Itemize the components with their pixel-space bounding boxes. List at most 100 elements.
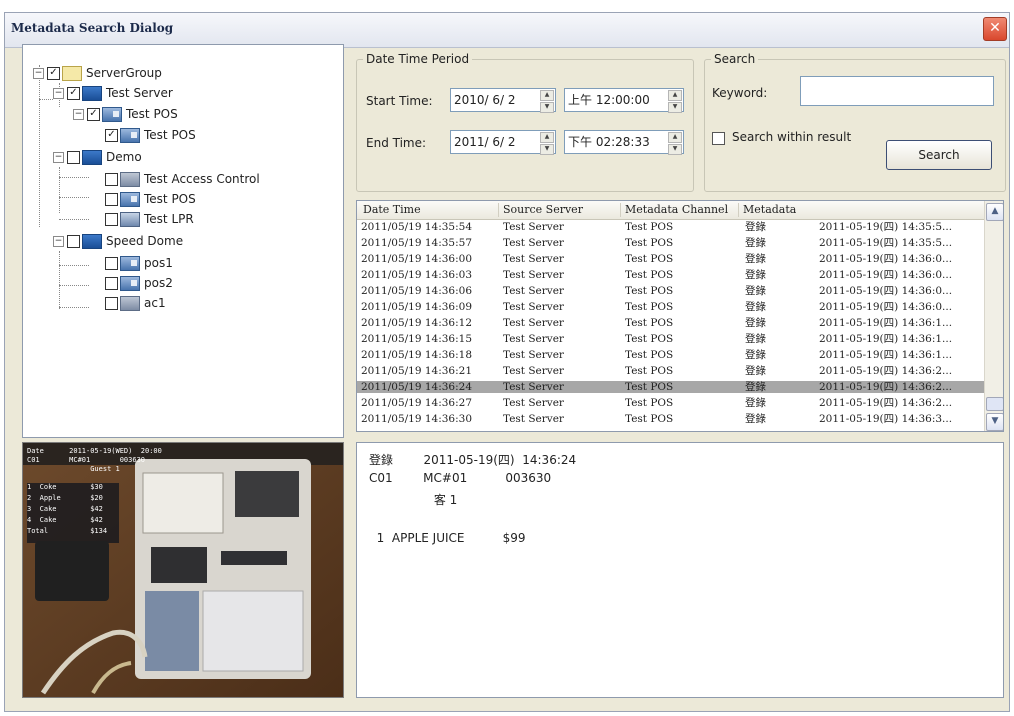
header-date-time[interactable]: Date Time	[359, 203, 499, 217]
tree-node[interactable]: − ✓ Test POS	[73, 104, 178, 124]
start-time-value: 上午 12:00:00	[568, 93, 650, 107]
tree-node-checkbox[interactable]	[105, 193, 118, 206]
table-row[interactable]: 2011/05/19 14:35:57 Test Server Test POS 登錄…	[357, 237, 985, 249]
tree-connector	[59, 265, 89, 266]
tree-node-checkbox[interactable]	[105, 173, 118, 186]
tree-node[interactable]: Test POS	[105, 189, 196, 209]
table-row[interactable]: 2011/05/19 14:36:00 Test Server Test POS 登錄…	[357, 253, 985, 265]
end-date-spinner[interactable]: ▲ ▼	[540, 132, 554, 155]
table-row[interactable]: 2011/05/19 14:36:21 Test Server Test POS 登錄…	[357, 365, 985, 377]
table-row[interactable]: 2011/05/19 14:36:18 Test Server Test POS 登錄…	[357, 349, 985, 361]
table-cell: 登錄	[745, 397, 766, 409]
tree-node[interactable]: pos1	[105, 253, 173, 273]
spin-up-icon[interactable]: ▲	[540, 132, 554, 143]
date-time-period-legend: Date Time Period	[366, 52, 470, 66]
table-cell: 2011-05-19(四) 14:36:2...	[819, 365, 953, 377]
tree-node-checkbox[interactable]	[67, 151, 80, 164]
end-time-spinner[interactable]: ▲ ▼	[668, 132, 682, 155]
start-date-picker[interactable]: 2010/ 6/ 2 ▲ ▼	[450, 88, 556, 113]
tree-connector	[59, 251, 60, 309]
tree-node[interactable]: pos2	[105, 273, 173, 293]
table-cell: Test POS	[625, 349, 674, 361]
table-cell: 2011-05-19(四) 14:36:2...	[819, 397, 953, 409]
tree-node[interactable]: ac1	[105, 293, 166, 313]
spin-up-icon[interactable]: ▲	[668, 132, 682, 143]
collapse-toggle-icon[interactable]: −	[53, 152, 64, 163]
tree-node-checkbox[interactable]	[105, 297, 118, 310]
start-date-spinner[interactable]: ▲ ▼	[540, 90, 554, 113]
end-time-value: 下午 02:28:33	[568, 135, 650, 149]
table-cell: Test Server	[503, 221, 564, 233]
header-metadata[interactable]: Metadata	[739, 203, 985, 217]
title-bar[interactable]: Metadata Search Dialog ✕	[5, 13, 1009, 48]
table-cell: 2011-05-19(四) 14:36:1...	[819, 317, 953, 329]
scroll-up-icon[interactable]: ▲	[986, 203, 1003, 221]
spin-up-icon[interactable]: ▲	[540, 90, 554, 101]
end-time-picker[interactable]: 下午 02:28:33 ▲ ▼	[564, 130, 684, 155]
table-cell: 登錄	[745, 365, 766, 377]
table-row[interactable]: 2011/05/19 14:36:03 Test Server Test POS 登錄…	[357, 269, 985, 281]
spin-down-icon[interactable]: ▼	[540, 144, 554, 155]
spin-down-icon[interactable]: ▼	[540, 102, 554, 113]
table-row[interactable]: 2011/05/19 14:36:15 Test Server Test POS 登錄…	[357, 333, 985, 345]
tree-node[interactable]: Test Access Control	[105, 169, 260, 189]
tree-node[interactable]: Test LPR	[105, 209, 194, 229]
tree-node-label: Test POS	[144, 192, 196, 206]
table-row[interactable]: 2011/05/19 14:36:06 Test Server Test POS 登錄…	[357, 285, 985, 297]
table-cell: 2011/05/19 14:36:06	[361, 285, 473, 297]
server-icon	[82, 234, 102, 249]
tree-node-checkbox[interactable]: ✓	[47, 67, 60, 80]
table-cell: Test POS	[625, 365, 674, 377]
collapse-toggle-icon[interactable]: −	[33, 68, 44, 79]
table-cell: 登錄	[745, 349, 766, 361]
start-time-spinner[interactable]: ▲ ▼	[668, 90, 682, 113]
osd-line: 3 Cake $42	[27, 505, 103, 513]
table-cell: 登錄	[745, 413, 766, 425]
collapse-toggle-icon[interactable]: −	[73, 109, 84, 120]
osd-line: Date 2011-05-19(WED) 20:00	[27, 447, 162, 455]
pos-channel-icon	[120, 128, 140, 143]
scroll-thumb[interactable]	[986, 397, 1003, 411]
tree-node[interactable]: − Demo	[53, 147, 142, 167]
tree-node-checkbox[interactable]: ✓	[87, 108, 100, 121]
table-cell: Test POS	[625, 301, 674, 313]
search-button[interactable]: Search	[886, 140, 992, 170]
tree-node-checkbox[interactable]: ✓	[67, 87, 80, 100]
scroll-down-icon[interactable]: ▼	[986, 413, 1003, 431]
header-source-server[interactable]: Source Server	[499, 203, 621, 217]
spin-down-icon[interactable]: ▼	[668, 102, 682, 113]
tree-node-checkbox[interactable]	[67, 235, 80, 248]
tree-node-checkbox[interactable]: ✓	[105, 129, 118, 142]
results-scrollbar[interactable]: ▲ ▼	[984, 201, 1003, 431]
close-button[interactable]: ✕	[983, 17, 1007, 41]
search-within-checkbox[interactable]	[712, 132, 725, 145]
tree-node-label: ServerGroup	[86, 66, 162, 80]
tree-node[interactable]: ✓ Test POS	[105, 125, 196, 145]
header-metadata-channel[interactable]: Metadata Channel	[621, 203, 739, 217]
keyword-input[interactable]	[800, 76, 994, 106]
video-preview: Date 2011-05-19(WED) 20:00 C01 MC#01 0036…	[22, 442, 344, 698]
spin-up-icon[interactable]: ▲	[668, 90, 682, 101]
tree-node[interactable]: − ✓ Test Server	[53, 83, 173, 103]
collapse-toggle-icon[interactable]: −	[53, 88, 64, 99]
tree-node-label: Demo	[106, 150, 142, 164]
table-row[interactable]: 2011/05/19 14:36:30 Test Server Test POS 登錄…	[357, 413, 985, 425]
table-cell: 登錄	[745, 221, 766, 233]
table-cell: 登錄	[745, 317, 766, 329]
tree-node-label: Speed Dome	[106, 234, 184, 248]
spin-down-icon[interactable]: ▼	[668, 144, 682, 155]
table-row[interactable]: 2011/05/19 14:35:54 Test Server Test POS 登錄…	[357, 221, 985, 233]
table-row[interactable]: 2011/05/19 14:36:24 Test Server Test POS 登錄…	[357, 381, 985, 393]
table-row[interactable]: 2011/05/19 14:36:09 Test Server Test POS 登錄…	[357, 301, 985, 313]
tree-node[interactable]: − ✓ ServerGroup	[33, 63, 162, 83]
end-date-picker[interactable]: 2011/ 6/ 2 ▲ ▼	[450, 130, 556, 155]
tree-node-checkbox[interactable]	[105, 277, 118, 290]
table-row[interactable]: 2011/05/19 14:36:27 Test Server Test POS 登錄…	[357, 397, 985, 409]
tree-node-checkbox[interactable]	[105, 257, 118, 270]
start-time-picker[interactable]: 上午 12:00:00 ▲ ▼	[564, 88, 684, 113]
tree-node[interactable]: − Speed Dome	[53, 231, 184, 251]
table-cell: 登錄	[745, 269, 766, 281]
tree-node-checkbox[interactable]	[105, 213, 118, 226]
table-row[interactable]: 2011/05/19 14:36:12 Test Server Test POS 登錄…	[357, 317, 985, 329]
collapse-toggle-icon[interactable]: −	[53, 236, 64, 247]
